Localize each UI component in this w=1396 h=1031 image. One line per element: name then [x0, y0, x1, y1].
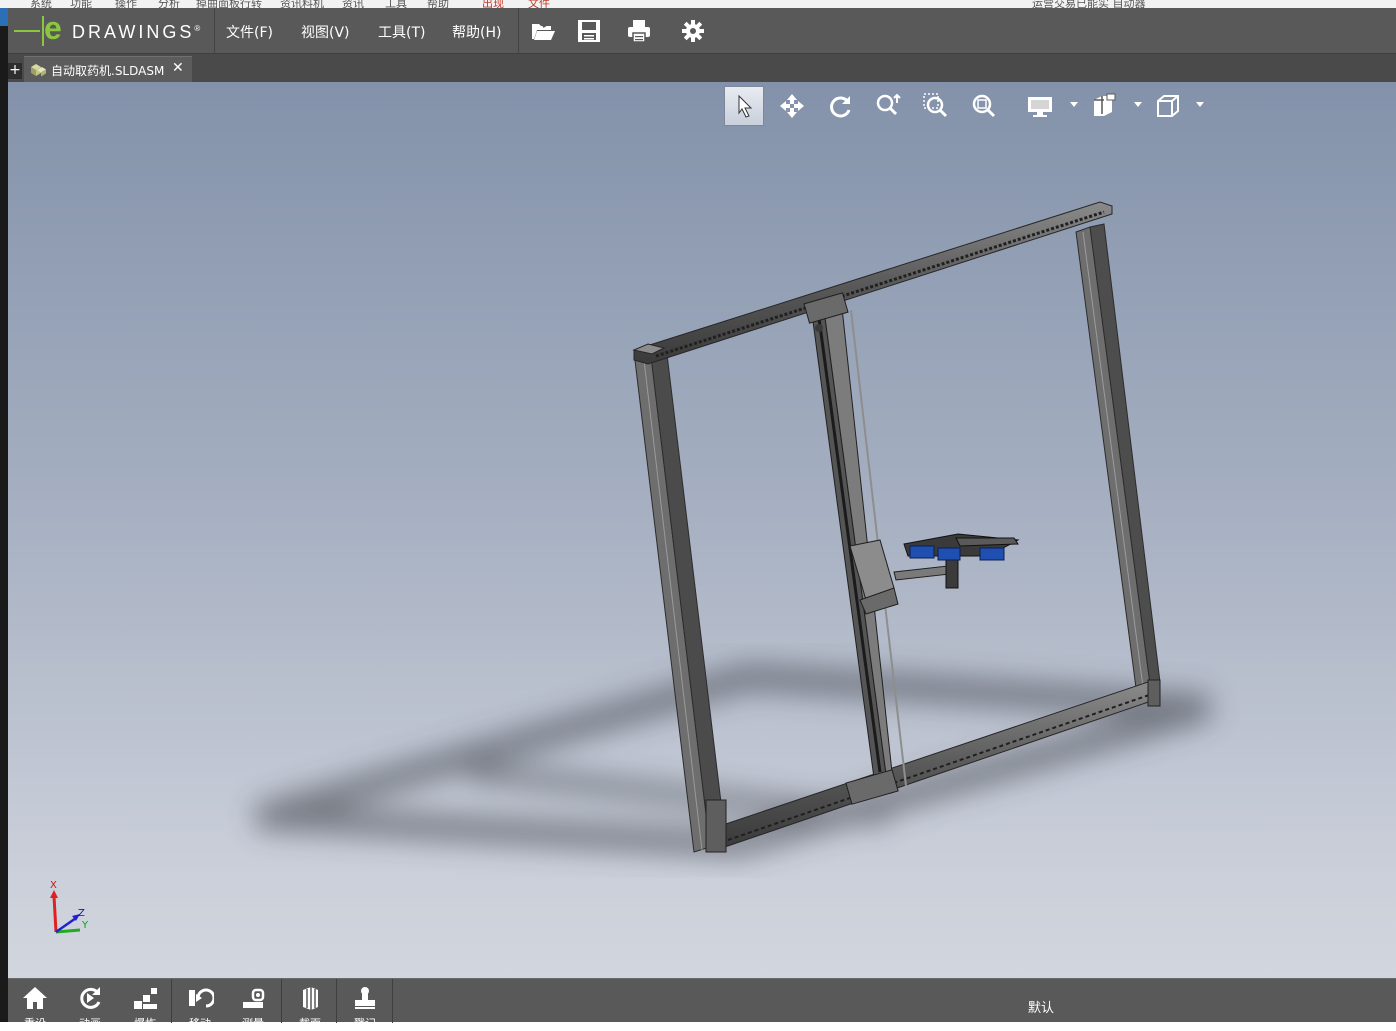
add-tab-button[interactable]: +: [8, 63, 22, 79]
logo-word-text: DRAWINGS: [72, 22, 195, 42]
measure-icon: [243, 988, 265, 1008]
document-tab-bar: + 自动取药机.SLDASM ✕: [8, 54, 1396, 82]
section-button[interactable]: 截面: [283, 979, 337, 1030]
menu-separator: [214, 8, 215, 54]
background-text: 操作: [115, 0, 137, 8]
logo-registered: ®: [194, 24, 204, 33]
print-icon[interactable]: [624, 16, 654, 46]
appearance-dropdown-icon[interactable]: [1134, 102, 1142, 107]
view-toolbar: [724, 86, 1204, 126]
menu-file[interactable]: 文件(F): [226, 22, 273, 42]
background-text: 功能: [70, 0, 92, 8]
background-text: 帮助: [427, 0, 449, 8]
standard-views-dropdown-icon[interactable]: [1196, 102, 1204, 107]
zoom-icon[interactable]: [868, 86, 908, 126]
menu-separator: [518, 8, 519, 54]
open-folder-icon[interactable]: [528, 16, 558, 46]
select-arrow-icon[interactable]: [724, 86, 764, 126]
standard-views-icon[interactable]: [1148, 86, 1188, 126]
markup-icon: [355, 987, 375, 1009]
section-icon: [303, 987, 318, 1010]
background-window-strip: 系统 功能 操作 分析 掉曲面板行转 资讯料机 资讯 工具 帮助 出现 文件 运…: [0, 0, 1396, 8]
model-shadow: [254, 663, 1212, 858]
close-tab-icon[interactable]: ✕: [172, 60, 184, 76]
frame-bottom-rail: [705, 679, 1161, 853]
display-style-dropdown-icon[interactable]: [1070, 102, 1078, 107]
measure-label: 测量: [242, 1017, 264, 1030]
document-tab-label: 自动取药机.SLDASM: [51, 64, 165, 78]
explode-button[interactable]: 爆炸: [118, 979, 172, 1030]
background-text: 出现: [482, 0, 504, 8]
assembly-icon: [31, 64, 46, 77]
bottom-toolbar: 重设 动画 爆炸 移动 测量 截面 戳记 默认: [8, 978, 1396, 1030]
menu-bar: e DRAWINGS® 文件(F) 视图(V) 工具(T) 帮助(H): [8, 8, 1396, 54]
gripper-head: [903, 533, 1020, 561]
document-tab[interactable]: 自动取药机.SLDASM ✕: [24, 56, 192, 82]
toolbar-separator: [171, 979, 172, 1023]
triad-z-label: Z: [78, 908, 85, 919]
animate-label: 动画: [79, 1017, 101, 1030]
markup-label: 戳记: [354, 1017, 376, 1030]
frame-right-post: [1075, 223, 1161, 689]
background-text: 运营交易已能实 自动器: [1032, 0, 1146, 8]
pan-icon[interactable]: [772, 86, 812, 126]
zoom-to-fit-icon[interactable]: [964, 86, 1004, 126]
gear-icon[interactable]: [678, 16, 708, 46]
background-app-icon: [0, 8, 8, 26]
background-window-edge: [0, 8, 8, 1022]
move-button[interactable]: 移动: [173, 979, 227, 1030]
background-text: 资讯: [342, 0, 364, 8]
toolbar-separator: [392, 979, 393, 1023]
reset-label: 重设: [24, 1017, 46, 1030]
logo-wordmark: DRAWINGS®: [72, 22, 203, 43]
animate-button[interactable]: 动画: [63, 979, 117, 1030]
menu-view[interactable]: 视图(V): [301, 22, 350, 42]
logo-line: [14, 30, 40, 32]
logo-e: e: [44, 10, 62, 46]
menu-tools[interactable]: 工具(T): [378, 22, 425, 42]
background-text: 系统: [30, 0, 52, 8]
background-text: 文件: [528, 0, 550, 8]
background-text: 资讯料机: [280, 0, 324, 8]
edrawings-window: 系统 功能 操作 分析 掉曲面板行转 资讯料机 资讯 工具 帮助 出现 文件 运…: [0, 0, 1396, 1030]
rotate-icon[interactable]: [820, 86, 860, 126]
home-icon: [23, 987, 47, 1009]
triad-y-label: Y: [82, 920, 89, 931]
background-text: 工具: [385, 0, 407, 8]
toolbar-separator: [281, 979, 282, 1023]
section-label: 截面: [299, 1017, 321, 1030]
frame-left-post: [633, 345, 727, 853]
appearance-icon[interactable]: [1084, 86, 1124, 126]
explode-label: 爆炸: [134, 1017, 156, 1030]
triad-x-label: X: [50, 880, 57, 891]
markup-button[interactable]: 戳记: [338, 979, 392, 1030]
move-icon: [189, 988, 214, 1008]
save-icon[interactable]: [574, 16, 604, 46]
background-text: 分析: [158, 0, 180, 8]
orientation-triad: X Y Z: [44, 880, 94, 938]
edrawings-logo: e DRAWINGS®: [14, 10, 212, 48]
menu-help[interactable]: 帮助(H): [452, 22, 501, 42]
background-text: 掉曲面板行转: [196, 0, 262, 8]
move-label: 移动: [189, 1017, 211, 1030]
reset-button[interactable]: 重设: [8, 979, 62, 1030]
configuration-name[interactable]: 默认: [1028, 997, 1054, 1016]
zoom-to-area-icon[interactable]: [916, 86, 956, 126]
animate-icon: [80, 987, 101, 1009]
explode-icon: [134, 988, 157, 1009]
display-style-icon[interactable]: [1020, 86, 1060, 126]
toolbar-separator: [336, 979, 337, 1023]
assembly-model: [254, 201, 1212, 858]
measure-button[interactable]: 测量: [226, 979, 280, 1030]
graphics-viewport[interactable]: X Y Z: [8, 82, 1396, 978]
frame-top-rail: [632, 201, 1113, 365]
